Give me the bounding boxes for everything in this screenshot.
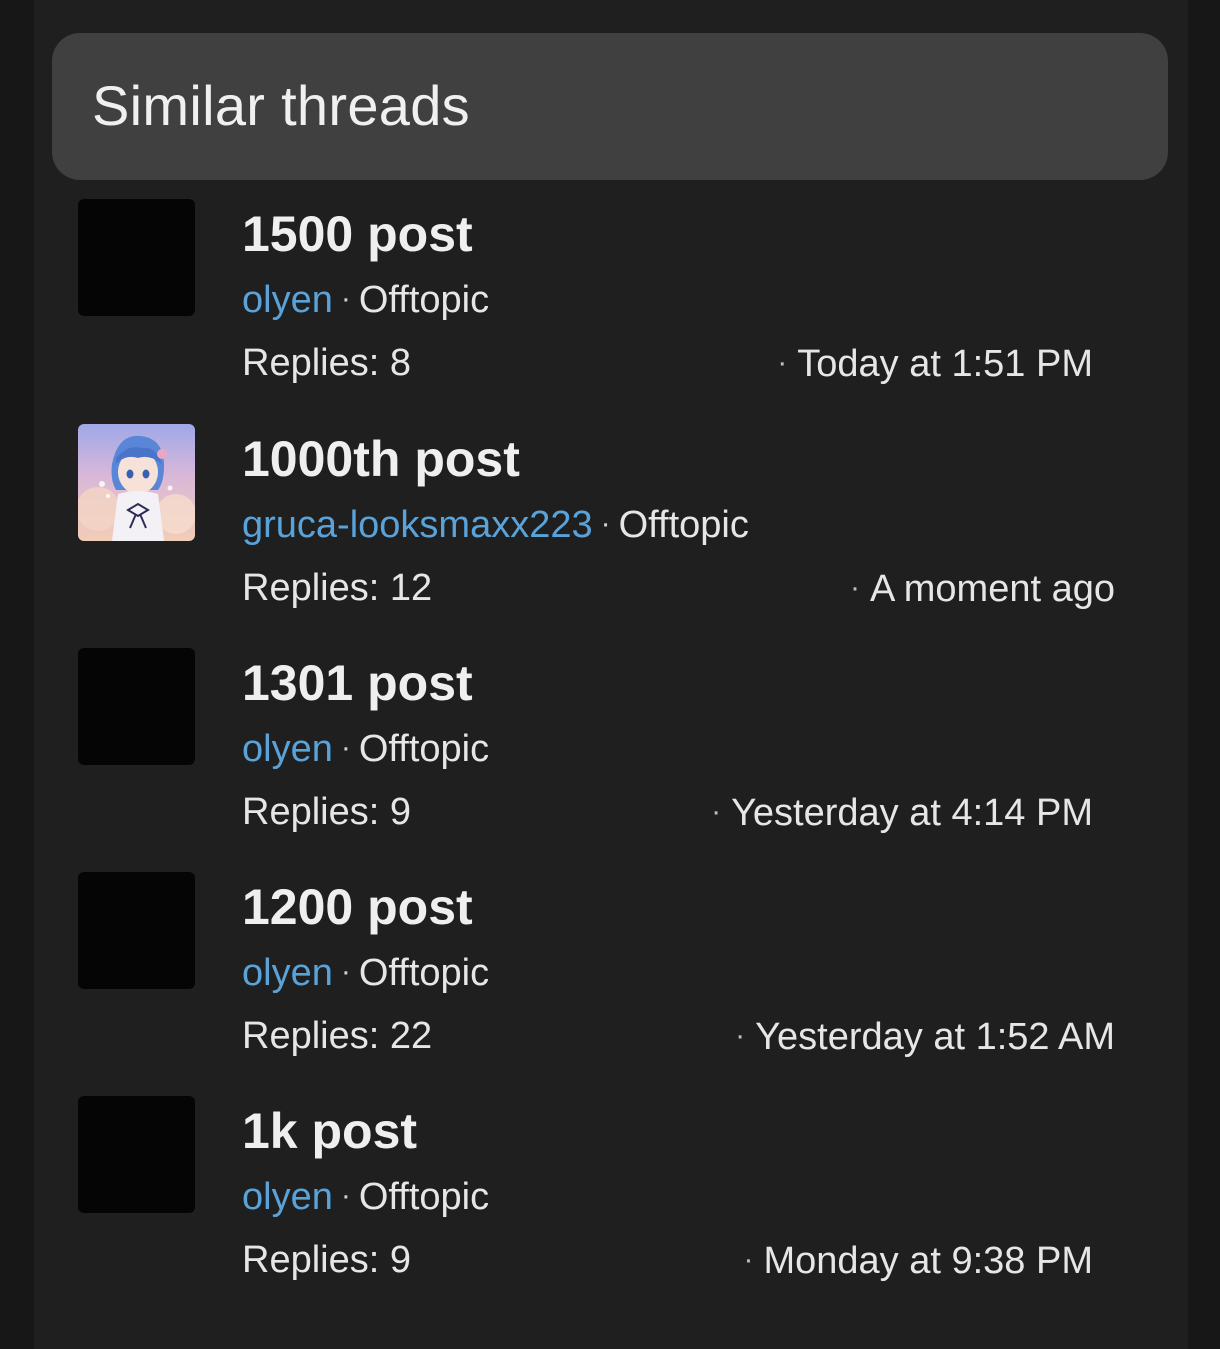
author-link[interactable]: olyen [242, 952, 333, 994]
reply-count: Replies: 22 [242, 1015, 433, 1057]
forum-link[interactable]: Offtopic [359, 1176, 489, 1218]
time-label[interactable]: Yesterday at 1:52 AM [755, 1016, 1115, 1058]
anime-avatar-image [78, 424, 195, 541]
author-link[interactable]: olyen [242, 1176, 333, 1218]
thread-item[interactable]: 1301 post olyen · Offtopic Replies: 9 · Yes… [0, 648, 1220, 848]
last-post-time[interactable]: · Yesterday at 4:14 PM [711, 788, 1093, 837]
separator-dot: · [600, 507, 611, 540]
thread-item[interactable]: 1200 post olyen · Offtopic Replies: 22 · Ye… [0, 872, 1220, 1072]
author-link[interactable]: olyen [242, 279, 333, 321]
avatar[interactable] [78, 199, 195, 316]
thread-item[interactable]: 1000th post gruca-looksmaxx223 · Offtopic … [0, 424, 1220, 624]
separator-dot: · [777, 346, 788, 379]
separator-dot: · [340, 1179, 351, 1212]
forum-link[interactable]: Offtopic [619, 504, 749, 546]
thread-meta: gruca-looksmaxx223 · Offtopic [242, 500, 749, 549]
thread-item[interactable]: 1500 post olyen · Offtopic Replies: 8 · Tod… [0, 199, 1220, 399]
thread-meta: olyen · Offtopic [242, 1172, 489, 1221]
thread-meta: olyen · Offtopic [242, 948, 489, 997]
reply-count: Replies: 12 [242, 567, 433, 609]
reply-count: Replies: 8 [242, 342, 411, 384]
time-label[interactable]: A moment ago [870, 568, 1115, 610]
reply-count: Replies: 9 [242, 791, 411, 833]
similar-threads-header: Similar threads [52, 33, 1168, 180]
separator-dot: · [340, 955, 351, 988]
thread-title[interactable]: 1000th post [242, 427, 520, 491]
thread-title[interactable]: 1301 post [242, 651, 473, 715]
forum-link[interactable]: Offtopic [359, 279, 489, 321]
thread-title[interactable]: 1k post [242, 1099, 417, 1163]
forum-link[interactable]: Offtopic [359, 728, 489, 770]
avatar[interactable] [78, 648, 195, 765]
separator-dot: · [743, 1243, 754, 1276]
time-label[interactable]: Monday at 9:38 PM [763, 1240, 1093, 1282]
separator-dot: · [735, 1019, 746, 1052]
time-label[interactable]: Yesterday at 4:14 PM [731, 792, 1093, 834]
last-post-time[interactable]: · Monday at 9:38 PM [743, 1236, 1093, 1285]
thread-meta: olyen · Offtopic [242, 724, 489, 773]
section-title: Similar threads [92, 74, 470, 137]
separator-dot: · [340, 282, 351, 315]
separator-dot: · [711, 795, 722, 828]
reply-count: Replies: 9 [242, 1239, 411, 1281]
thread-title[interactable]: 1500 post [242, 202, 473, 266]
avatar[interactable] [78, 424, 195, 541]
last-post-time[interactable]: · A moment ago [850, 564, 1115, 613]
time-label[interactable]: Today at 1:51 PM [797, 343, 1093, 385]
thread-meta: olyen · Offtopic [242, 275, 489, 324]
author-link[interactable]: gruca-looksmaxx223 [242, 504, 593, 546]
last-post-time[interactable]: · Today at 1:51 PM [777, 339, 1093, 388]
separator-dot: · [340, 731, 351, 764]
author-link[interactable]: olyen [242, 728, 333, 770]
forum-link[interactable]: Offtopic [359, 952, 489, 994]
avatar[interactable] [78, 1096, 195, 1213]
thread-item[interactable]: 1k post olyen · Offtopic Replies: 9 · Monda… [0, 1096, 1220, 1296]
separator-dot: · [849, 571, 860, 604]
thread-title[interactable]: 1200 post [242, 875, 473, 939]
avatar[interactable] [78, 872, 195, 989]
last-post-time[interactable]: · Yesterday at 1:52 AM [735, 1012, 1115, 1061]
